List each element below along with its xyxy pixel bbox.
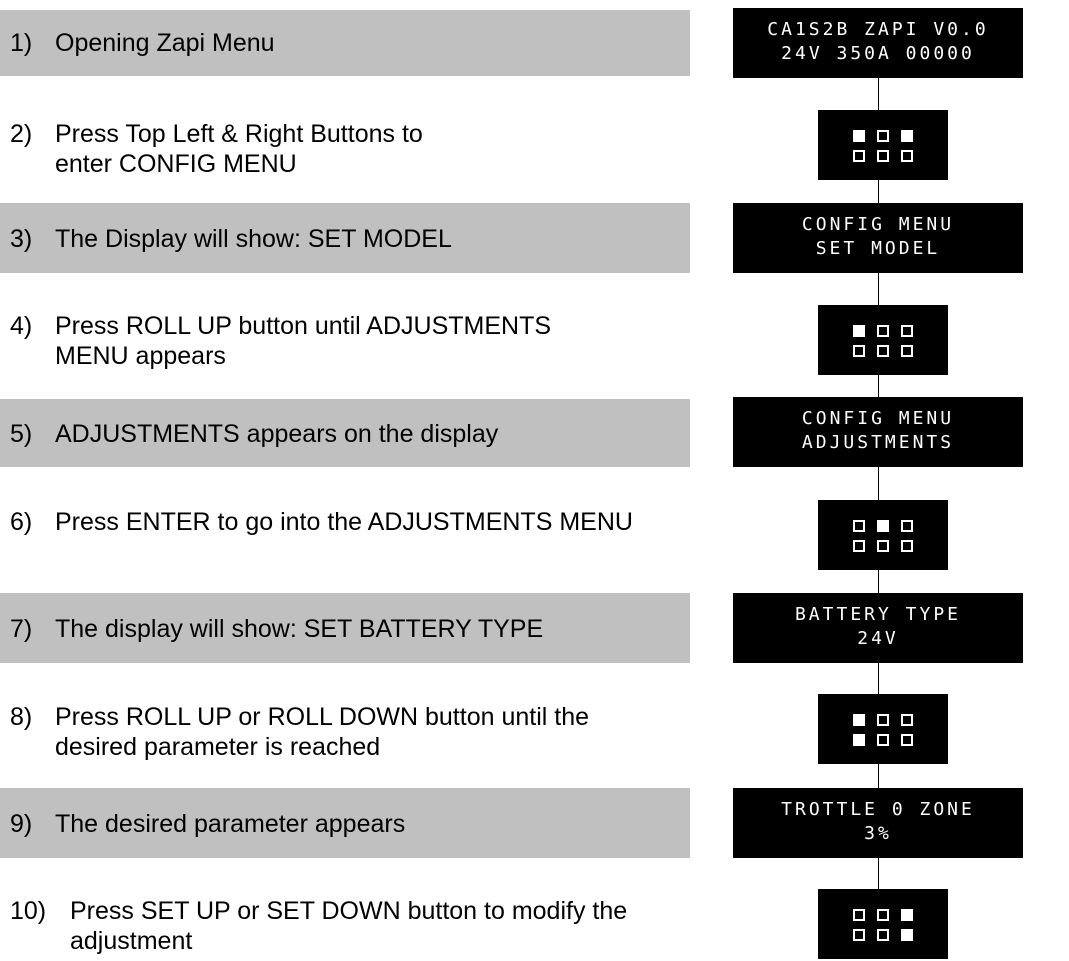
display-line-1: CONFIG MENU — [801, 214, 955, 235]
lcd-display: CONFIG MENU SET MODEL — [733, 203, 1023, 273]
step-6: 6) Press ENTER to go into the ADJUSTMENT… — [0, 499, 690, 565]
keypad-button — [853, 734, 865, 746]
step-text: The display will show: SET BATTERY TYPE — [55, 615, 544, 643]
display-line-1: TROTTLE 0 ZONE — [781, 799, 975, 820]
step-9: 9) The desired parameter appears — [0, 788, 690, 858]
step-number: 9) — [10, 810, 33, 838]
keypad-button — [901, 520, 913, 532]
keypad-button — [877, 714, 889, 726]
display-line-1: CA1S2B ZAPI V0.0 — [767, 19, 989, 40]
step-4: 4) Press ROLL UP button until ADJUSTMENT… — [0, 303, 690, 370]
keypad-button — [877, 325, 889, 337]
keypad-button — [901, 150, 913, 162]
keypad-button — [877, 929, 889, 941]
step-text: Press ENTER to go into the ADJUSTMENTS M… — [55, 508, 633, 536]
keypad-button — [877, 150, 889, 162]
step-10: 10) Press SET UP or SET DOWN button to m… — [0, 888, 690, 955]
step-1: 1) Opening Zapi Menu — [0, 10, 690, 76]
step-3: 3) The Display will show: SET MODEL — [0, 203, 690, 273]
keypad-button — [877, 909, 889, 921]
display-line-2: 24V 350A 00000 — [781, 43, 975, 64]
keypad — [818, 305, 948, 375]
keypad-button — [853, 929, 865, 941]
keypad-button — [877, 734, 889, 746]
display-line-2: 3% — [864, 823, 892, 844]
keypad-button — [901, 929, 913, 941]
keypad-button — [901, 734, 913, 746]
step-text: ADJUSTMENTS appears on the display — [55, 420, 499, 448]
lcd-display: TROTTLE 0 ZONE 3% — [733, 788, 1023, 858]
keypad-button — [853, 345, 865, 357]
step-number: 6) — [10, 508, 33, 536]
step-number: 5) — [10, 420, 33, 448]
lcd-display: CA1S2B ZAPI V0.0 24V 350A 00000 — [733, 8, 1023, 78]
step-8: 8) Press ROLL UP or ROLL DOWN button unt… — [0, 694, 690, 761]
keypad-button — [853, 714, 865, 726]
keypad — [818, 694, 948, 764]
keypad-button — [901, 909, 913, 921]
step-number: 4) — [10, 312, 33, 340]
step-text: Press SET UP or SET DOWN button to modif… — [70, 897, 628, 955]
keypad-button — [853, 520, 865, 532]
keypad-button — [853, 130, 865, 142]
step-text: Press ROLL UP or ROLL DOWN button until … — [55, 703, 590, 761]
keypad-button — [853, 909, 865, 921]
step-number: 10) — [10, 897, 47, 925]
lcd-display: BATTERY TYPE 24V — [733, 593, 1023, 663]
display-line-2: SET MODEL — [815, 238, 941, 259]
keypad-button — [901, 130, 913, 142]
keypad-button — [853, 150, 865, 162]
display-line-2: ADJUSTMENTS — [801, 432, 955, 453]
step-text: The desired parameter appears — [55, 810, 406, 838]
keypad-button — [901, 714, 913, 726]
keypad-button — [853, 325, 865, 337]
keypad-button — [877, 345, 889, 357]
lcd-display: CONFIG MENU ADJUSTMENTS — [733, 397, 1023, 467]
display-line-2: 24V — [857, 628, 899, 649]
keypad-button — [901, 540, 913, 552]
step-text: Press ROLL UP button until ADJUSTMENTS M… — [55, 312, 552, 370]
step-number: 2) — [10, 120, 33, 148]
step-number: 8) — [10, 703, 33, 731]
step-text: The Display will show: SET MODEL — [55, 225, 452, 253]
step-number: 1) — [10, 29, 33, 57]
display-line-1: CONFIG MENU — [801, 408, 955, 429]
keypad — [818, 889, 948, 959]
step-text: Press Top Left & Right Buttons to enter … — [55, 120, 423, 178]
keypad-button — [901, 325, 913, 337]
step-number: 3) — [10, 225, 33, 253]
keypad-button — [877, 520, 889, 532]
keypad-button — [901, 345, 913, 357]
keypad-button — [853, 540, 865, 552]
keypad-button — [877, 540, 889, 552]
display-line-1: BATTERY TYPE — [794, 604, 962, 625]
step-5: 5) ADJUSTMENTS appears on the display — [0, 399, 690, 467]
keypad — [818, 110, 948, 180]
keypad — [818, 500, 948, 570]
step-2: 2) Press Top Left & Right Buttons to ent… — [0, 110, 690, 178]
step-text: Opening Zapi Menu — [55, 29, 275, 57]
step-7: 7) The display will show: SET BATTERY TY… — [0, 593, 690, 663]
step-number: 7) — [10, 615, 33, 643]
keypad-button — [877, 130, 889, 142]
